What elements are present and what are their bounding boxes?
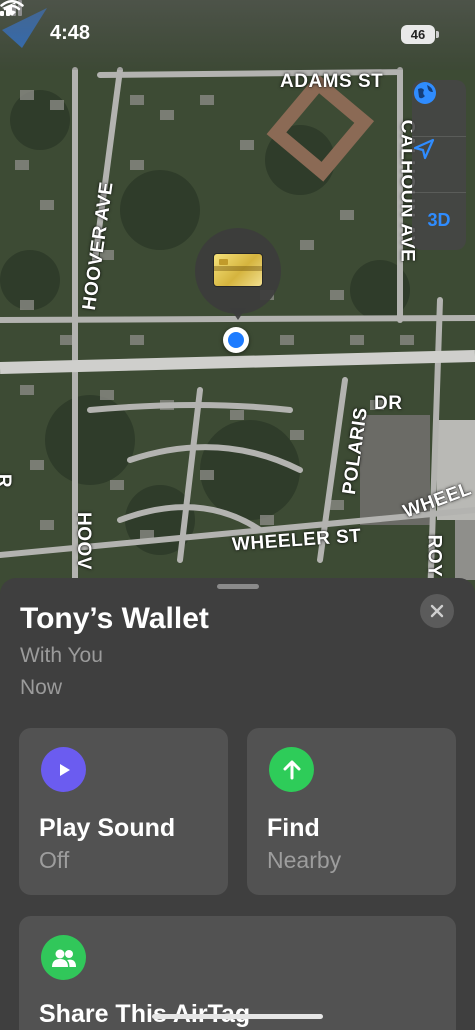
share-airtag-button[interactable]: Share This AirTag: [19, 916, 456, 1030]
status-time: 4:48: [50, 22, 91, 44]
wifi-icon: [0, 0, 24, 16]
battery-indicator: 46: [401, 25, 439, 44]
home-indicator[interactable]: [152, 1014, 323, 1019]
people-icon: [41, 935, 86, 980]
item-title: Tony’s Wallet: [20, 602, 209, 635]
play-icon: [41, 747, 86, 792]
map-controls: 3D: [412, 80, 466, 250]
play-sound-status: Off: [39, 847, 70, 873]
street-label-adams: ADAMS ST: [280, 71, 384, 92]
user-location-dot: [223, 327, 249, 353]
item-last-seen: Now: [20, 676, 63, 699]
play-sound-button[interactable]: Play Sound Off: [19, 728, 228, 895]
globe-icon: [414, 82, 436, 104]
find-sub: Nearby: [267, 847, 342, 873]
street-label-edge: R: [0, 474, 14, 488]
item-location-status: With You: [20, 644, 103, 667]
street-label-roy: ROY: [423, 534, 445, 578]
wallet-pin[interactable]: [195, 228, 281, 320]
globe-button[interactable]: [412, 80, 466, 136]
location-arrow-icon: [413, 138, 435, 160]
3d-label: 3D: [427, 210, 451, 230]
sheet-grabber[interactable]: [217, 584, 259, 589]
3d-button[interactable]: 3D: [412, 192, 466, 248]
street-label-hoover-lower: HOOV: [72, 512, 94, 570]
status-bar: 4:48 46: [0, 0, 475, 70]
map-view[interactable]: ADAMS ST CALHOUN AVE HOOVER AVE HOOV POL…: [0, 0, 475, 600]
play-sound-label: Play Sound: [39, 814, 176, 842]
arrow-up-icon: [269, 747, 314, 792]
item-detail-sheet: Tony’s Wallet With You Now Play Sound Of…: [0, 578, 475, 1030]
find-nearby-button[interactable]: Find Nearby: [247, 728, 456, 895]
card-image: [214, 254, 262, 286]
location-button[interactable]: [412, 136, 466, 192]
close-button[interactable]: [420, 594, 454, 628]
find-label: Find: [267, 814, 320, 842]
close-icon: [430, 604, 444, 618]
street-label-dr: DR: [374, 393, 403, 414]
